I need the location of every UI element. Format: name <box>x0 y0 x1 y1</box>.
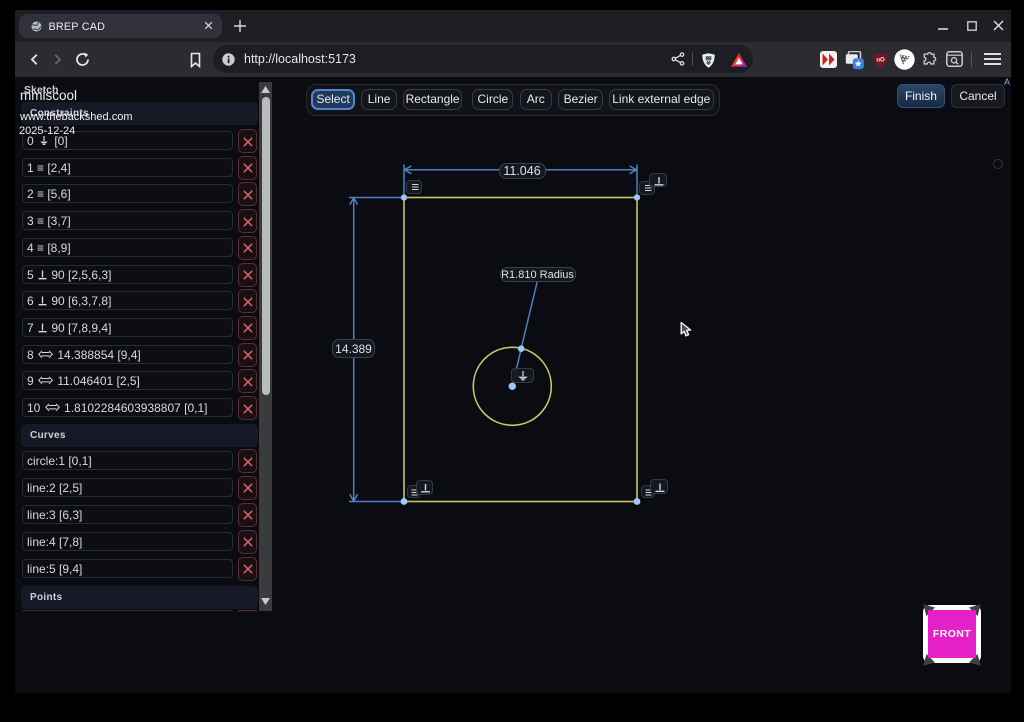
svg-text:uO: uO <box>876 58 885 64</box>
